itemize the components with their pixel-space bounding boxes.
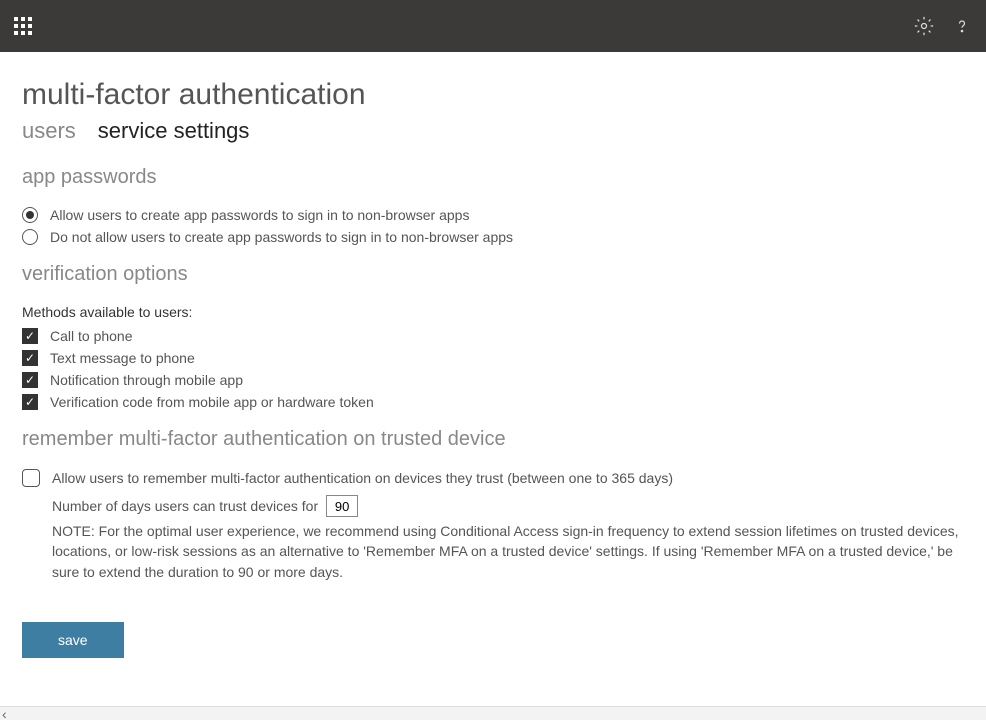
app-passwords-disallow-row[interactable]: Do not allow users to create app passwor… <box>22 229 964 245</box>
topbar-right <box>914 16 972 36</box>
verification-code-label: Verification code from mobile app or har… <box>50 394 374 410</box>
section-app-passwords-title: app passwords <box>22 166 964 189</box>
method-notification-row[interactable]: Notification through mobile app <box>22 372 964 388</box>
methods-available-label: Methods available to users: <box>22 304 964 320</box>
topbar <box>0 0 986 52</box>
checkbox-verification-code[interactable] <box>22 394 38 410</box>
radio-disallow-app-passwords[interactable] <box>22 229 38 245</box>
tab-users[interactable]: users <box>22 118 76 144</box>
checkbox-notification-app[interactable] <box>22 372 38 388</box>
checkbox-text-message[interactable] <box>22 350 38 366</box>
allow-remember-mfa-label: Allow users to remember multi-factor aut… <box>52 470 673 486</box>
trust-days-input[interactable] <box>326 495 358 517</box>
checkbox-call-to-phone[interactable] <box>22 328 38 344</box>
method-call-row[interactable]: Call to phone <box>22 328 964 344</box>
allow-app-passwords-label: Allow users to create app passwords to s… <box>50 207 469 223</box>
remember-mfa-note: NOTE: For the optimal user experience, w… <box>52 521 964 582</box>
page-title: multi-factor authentication <box>22 78 964 112</box>
checkbox-allow-remember-mfa[interactable] <box>22 469 40 487</box>
disallow-app-passwords-label: Do not allow users to create app passwor… <box>50 229 513 245</box>
horizontal-scrollbar[interactable] <box>0 706 986 720</box>
method-text-row[interactable]: Text message to phone <box>22 350 964 366</box>
radio-allow-app-passwords[interactable] <box>22 207 38 223</box>
app-launcher-icon[interactable] <box>14 17 32 35</box>
section-verification-options-title: verification options <box>22 263 964 286</box>
topbar-left <box>14 17 32 35</box>
trust-days-row: Number of days users can trust devices f… <box>52 495 964 517</box>
call-to-phone-label: Call to phone <box>50 328 133 344</box>
help-icon[interactable] <box>952 16 972 36</box>
save-button[interactable]: save <box>22 622 124 658</box>
content-area: multi-factor authentication users servic… <box>0 52 986 658</box>
text-message-label: Text message to phone <box>50 350 195 366</box>
tabs: users service settings <box>22 118 964 144</box>
remember-mfa-allow-row[interactable]: Allow users to remember multi-factor aut… <box>22 469 964 487</box>
tab-service-settings[interactable]: service settings <box>98 118 250 144</box>
app-passwords-allow-row[interactable]: Allow users to create app passwords to s… <box>22 207 964 223</box>
method-code-row[interactable]: Verification code from mobile app or har… <box>22 394 964 410</box>
remember-mfa-details: Number of days users can trust devices f… <box>22 495 964 582</box>
trust-days-label: Number of days users can trust devices f… <box>52 498 318 514</box>
section-remember-mfa-title: remember multi-factor authentication on … <box>22 428 964 451</box>
gear-icon[interactable] <box>914 16 934 36</box>
notification-app-label: Notification through mobile app <box>50 372 243 388</box>
